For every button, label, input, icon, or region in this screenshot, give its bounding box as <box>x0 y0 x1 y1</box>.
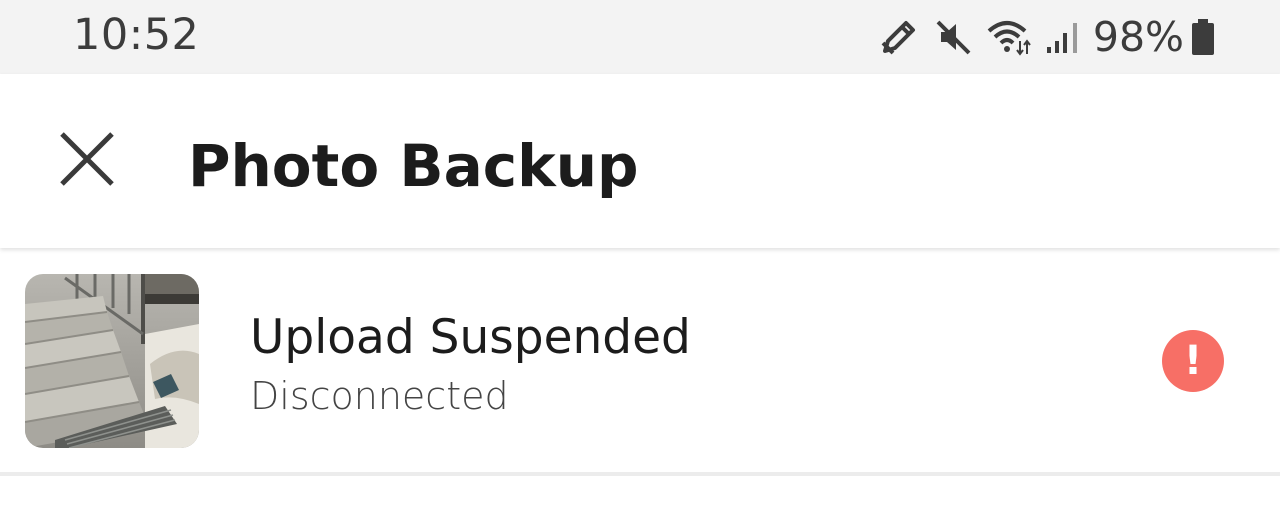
close-icon <box>57 129 117 194</box>
signal-icon <box>1045 17 1081 57</box>
status-icons: 98% <box>865 13 1216 61</box>
item-title: Upload Suspended <box>250 310 691 365</box>
status-time: 10:52 <box>73 10 200 60</box>
item-status: Disconnected <box>250 374 509 418</box>
battery-icon <box>1190 17 1216 57</box>
app-bar: Photo Backup <box>0 74 1280 248</box>
photo-thumbnail <box>25 274 199 448</box>
error-exclamation-icon: ! <box>1162 330 1224 392</box>
backup-status-item[interactable]: Upload Suspended Disconnected ! <box>0 250 1280 472</box>
list-continuation <box>0 476 1280 516</box>
mute-icon <box>933 17 973 57</box>
status-bar: 10:52 98% <box>0 0 1280 74</box>
edit-pen-icon <box>879 17 919 57</box>
battery-percent: 98% <box>1092 13 1184 61</box>
close-button[interactable] <box>44 118 130 204</box>
page-title: Photo Backup <box>188 132 639 200</box>
wifi-icon <box>987 17 1031 57</box>
